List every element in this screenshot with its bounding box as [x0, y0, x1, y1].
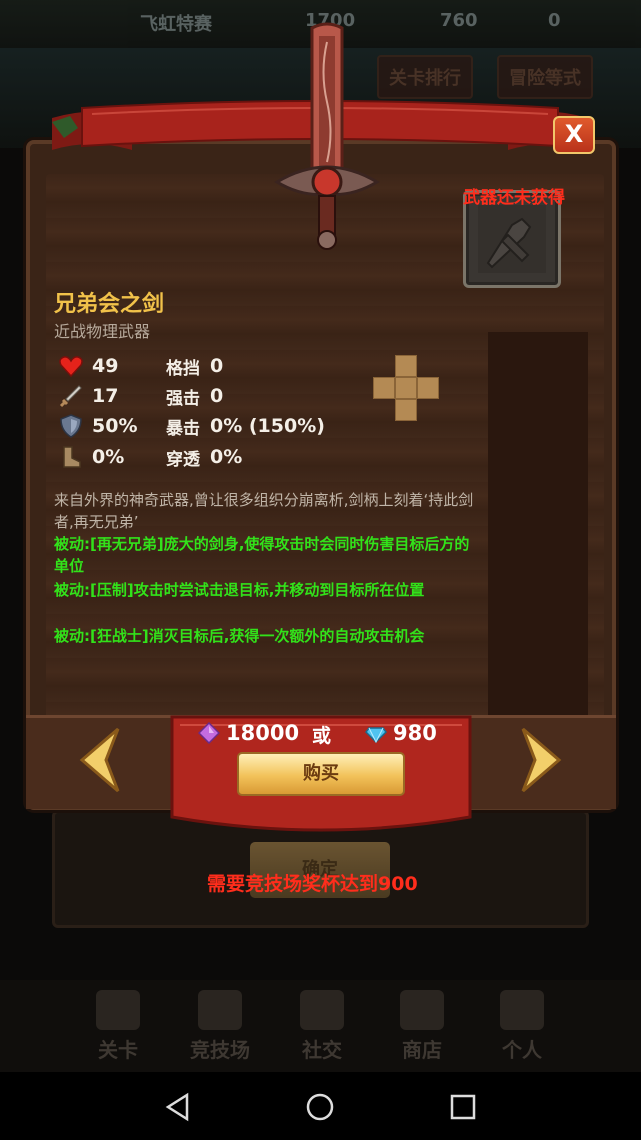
weapon-shape-grid	[373, 355, 439, 421]
stat-strike: 强击 0	[166, 383, 223, 409]
nav-item-arena[interactable]: 竞技场	[170, 980, 270, 1072]
stat-critical: 暴击 0% (150%)	[166, 413, 325, 439]
stat-strike-label: 强击	[166, 388, 200, 409]
stat-penetration-label: 穿透	[166, 449, 200, 470]
shop-icon	[400, 990, 444, 1030]
background-title: 飞虹特赛	[140, 14, 212, 35]
weapon-type: 近战物理武器	[54, 322, 151, 341]
next-arrow-icon[interactable]	[513, 725, 573, 795]
recents-icon[interactable]	[448, 1092, 478, 1122]
stat-defense: 50%	[58, 413, 137, 439]
background-crystal-count: 760	[440, 10, 478, 31]
price-or: 或	[312, 725, 332, 747]
stat-attack: 17	[58, 383, 118, 409]
stat-critical-label: 暴击	[166, 418, 200, 439]
chat-icon	[300, 990, 344, 1030]
sword-emblem-icon	[274, 22, 380, 250]
stat-speed: 0%	[58, 444, 124, 470]
stat-block: 格挡 0	[166, 353, 223, 379]
stat-penetration: 穿透 0%	[166, 444, 242, 470]
slot-column	[488, 332, 588, 717]
grid-icon	[96, 990, 140, 1030]
background-gem-count: 0	[548, 10, 561, 31]
nav-label-shop: 商店	[402, 1038, 442, 1062]
buy-button[interactable]: 购买	[237, 752, 405, 796]
bottom-nav: 关卡 竞技场 社交 商店 个人	[0, 980, 641, 1072]
price-diamond-value: 980	[393, 721, 437, 745]
nav-item-levels[interactable]: 关卡	[68, 980, 168, 1072]
stat-critical-value: 0% (150%)	[210, 415, 325, 437]
weapon-name: 兄弟会之剑	[54, 292, 165, 317]
prev-arrow-icon[interactable]	[68, 725, 128, 795]
stat-health: 49	[58, 353, 118, 379]
price-crystal: 18000	[198, 720, 299, 746]
home-icon[interactable]	[305, 1092, 335, 1122]
weapon-description: 来自外界的神奇武器,曾让很多组织分崩离析,剑柄上刻着‘持此剑者,再无兄弟’	[54, 491, 474, 531]
price-diamond: 980	[365, 720, 437, 746]
nav-item-social[interactable]: 社交	[272, 980, 372, 1072]
system-nav-bar	[0, 1072, 641, 1140]
background-tab-adventure: 冒险等式	[497, 55, 593, 99]
acquire-status: 武器还未获得	[463, 188, 565, 208]
price-crystal-value: 18000	[226, 721, 300, 745]
back-icon[interactable]	[163, 1092, 193, 1122]
nav-label-arena: 竞技场	[190, 1038, 250, 1062]
stat-block-value: 0	[210, 355, 224, 377]
nav-item-shop[interactable]: 商店	[372, 980, 472, 1072]
nav-label-social: 社交	[302, 1038, 342, 1062]
nav-label-profile: 个人	[502, 1038, 542, 1062]
stat-attack-value: 17	[92, 385, 119, 407]
locked-item-icon	[478, 205, 546, 273]
shield-icon	[60, 414, 82, 438]
stat-speed-value: 0%	[92, 446, 125, 468]
sword-icon	[59, 385, 82, 408]
background-tab-ranking: 关卡排行	[377, 55, 473, 99]
requirement-text: 需要竞技场奖杯达到900	[207, 873, 418, 895]
stat-strike-value: 0	[210, 385, 224, 407]
passive-skill-1: 被动:[再无兄弟]庞大的剑身,使得攻击时会同时伤害目标后方的单位	[54, 535, 470, 575]
purple-crystal-icon	[198, 722, 220, 744]
close-button[interactable]: X	[553, 116, 595, 154]
stat-block-label: 格挡	[166, 358, 200, 379]
stat-health-value: 49	[92, 355, 119, 377]
passive-skill-3: 被动:[狂战士]消灭目标后,获得一次额外的自动攻击机会	[54, 627, 425, 645]
nav-label-levels: 关卡	[98, 1038, 138, 1062]
stat-defense-value: 50%	[92, 415, 138, 437]
nav-item-profile[interactable]: 个人	[472, 980, 572, 1072]
boot-icon	[63, 446, 81, 468]
passive-skill-2: 被动:[压制]攻击时尝试击退目标,并移动到目标所在位置	[54, 581, 425, 599]
diamond-icon	[365, 727, 387, 744]
stat-penetration-value: 0%	[210, 446, 243, 468]
person-icon	[500, 990, 544, 1030]
arena-icon	[198, 990, 242, 1030]
heart-icon	[59, 356, 83, 378]
